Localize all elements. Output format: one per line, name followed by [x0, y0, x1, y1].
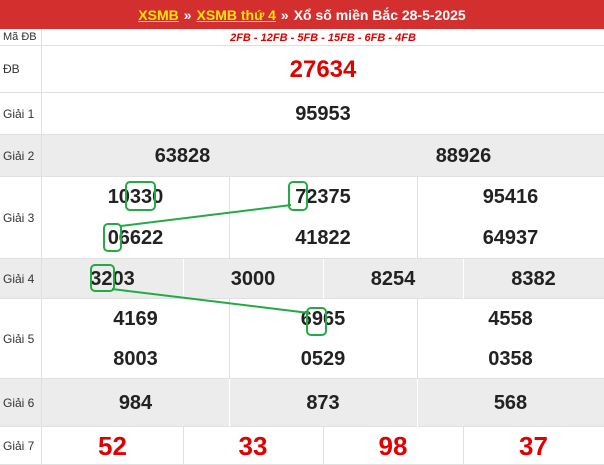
row-label: Giải 7: [0, 427, 42, 464]
prize-number: 873: [306, 391, 340, 414]
prize-number: 95953: [295, 102, 351, 125]
row-giai-5: Giải 5 4169 6965 4558 8003 0529 0358: [0, 299, 604, 379]
row-label: ĐB: [0, 46, 42, 92]
prize-number: 10330: [107, 185, 164, 208]
prize-number: 52: [98, 430, 127, 461]
prize-number: 0529: [300, 347, 346, 370]
row-label: Giải 6: [0, 379, 42, 426]
row-label: Mã ĐB: [0, 29, 42, 45]
row-giai-6: Giải 6 984 873 568: [0, 379, 604, 427]
row-giai-7: Giải 7 52 33 98 37: [0, 427, 604, 465]
xsmb-thu4-link[interactable]: XSMB thứ 4: [197, 7, 276, 23]
prize-number: 3203: [90, 267, 135, 290]
prize-number: 0358: [488, 347, 533, 370]
ma-db-value: 2FB - 12FB - 5FB - 15FB - 6FB - 4FB: [230, 31, 416, 44]
prize-number: 6965: [300, 307, 346, 330]
row-giai-3: Giải 3 10330 72375 95416 06622 41822 649…: [0, 177, 604, 259]
prize-number: 88926: [435, 144, 492, 167]
row-label: Giải 2: [0, 135, 42, 176]
prize-number: 72375: [295, 185, 351, 208]
row-label: Giải 3: [0, 177, 42, 258]
prize-number: 63828: [154, 144, 211, 167]
row-label: Giải 5: [0, 299, 42, 378]
prize-number: 984: [118, 391, 153, 414]
prize-number: 27634: [289, 55, 357, 83]
prize-number: 8003: [113, 347, 158, 370]
page-title: Xổ số miền Bắc 28-5-2025: [293, 6, 466, 23]
row-dac-biet: ĐB 27634: [0, 46, 604, 93]
results-header: XSMB » XSMB thứ 4 » Xổ số miền Bắc 28-5-…: [0, 0, 604, 29]
prize-number: 06622: [107, 226, 164, 249]
row-label: Giải 4: [0, 259, 42, 298]
prize-number: 568: [493, 391, 528, 414]
prize-number: 33: [238, 430, 268, 461]
xsmb-link[interactable]: XSMB: [138, 7, 178, 23]
prize-number: 95416: [482, 185, 539, 208]
row-label: Giải 1: [0, 93, 42, 134]
prize-number: 41822: [295, 226, 351, 249]
prize-number: 98: [378, 430, 408, 461]
prize-number: 4558: [488, 307, 533, 330]
row-giai-4: Giải 4 3203 3000 8254 8382: [0, 259, 604, 299]
prize-number: 8254: [370, 267, 416, 290]
breadcrumb-separator: »: [280, 6, 289, 23]
prize-number: 37: [519, 430, 548, 461]
prize-number: 8382: [511, 267, 556, 290]
prize-number: 3000: [230, 267, 276, 290]
row-giai-2: Giải 2 63828 88926: [0, 135, 604, 177]
prize-number: 4169: [113, 307, 158, 330]
row-giai-1: Giải 1 95953: [0, 93, 604, 135]
row-ma-db: Mã ĐB 2FB - 12FB - 5FB - 15FB - 6FB - 4F…: [0, 29, 604, 46]
prize-number: 64937: [482, 226, 539, 249]
breadcrumb-separator: »: [183, 6, 192, 23]
